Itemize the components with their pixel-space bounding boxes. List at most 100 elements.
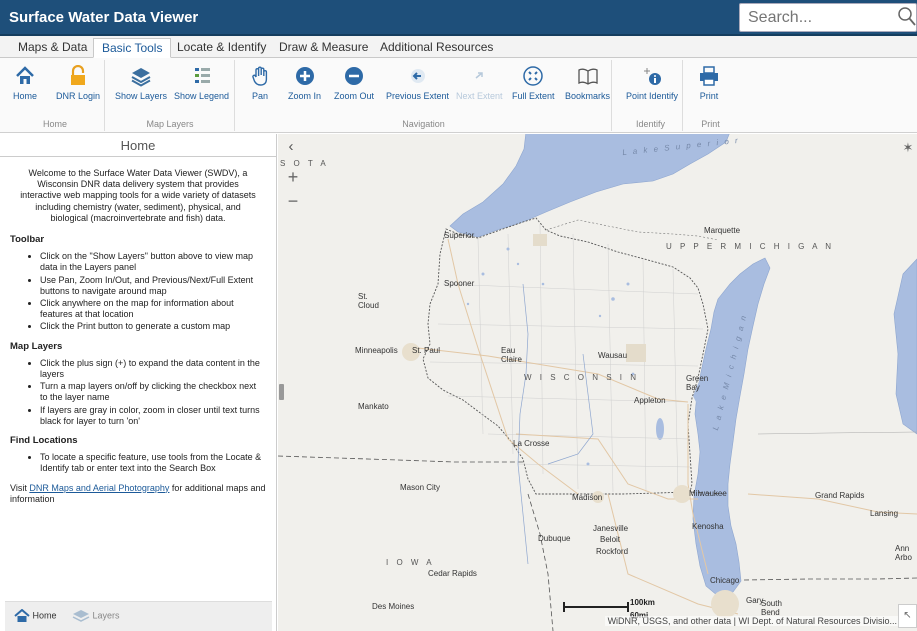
group-identify: Point Identify Identify [619, 60, 683, 131]
list-item: Turn a map layers on/off by clicking the… [40, 381, 266, 403]
layers-icon [72, 610, 90, 622]
panel-footer-tabs: Home Layers [5, 601, 272, 631]
visit-text: Visit DNR Maps and Aerial Photography fo… [10, 482, 266, 504]
zoom-in-button[interactable]: Zoom In [288, 65, 321, 101]
group-home: Home DNR Login Home [6, 60, 105, 131]
dnr-maps-link[interactable]: DNR Maps and Aerial Photography [29, 483, 169, 493]
home-button[interactable]: Home [13, 65, 37, 101]
list-item: To locate a specific feature, use tools … [40, 452, 266, 474]
side-panel: Home Welcome to the Surface Water Data V… [0, 134, 277, 631]
label-south-bend: South Bend [761, 599, 782, 617]
minus-circle-icon [345, 67, 363, 85]
label-wausau: Wausau [598, 351, 628, 360]
label-janesville: Janesville [593, 524, 629, 533]
tab-basic-tools[interactable]: Basic Tools [93, 38, 172, 58]
label-wisconsin: W I S C O N S I N [524, 373, 640, 382]
point-identify-button[interactable]: Point Identify [626, 65, 678, 101]
toolbar-heading: Toolbar [10, 234, 45, 246]
bookmarks-button[interactable]: Bookmarks [565, 65, 610, 101]
group-label-identify: Identify [635, 119, 666, 129]
group-label-print: Print [701, 119, 720, 129]
map-layers-list: Click the plus sign (+) to expand the da… [40, 358, 266, 427]
list-item: Click on the "Show Layers" button above … [40, 251, 266, 273]
search-box[interactable] [739, 3, 917, 32]
pan-button[interactable]: Pan [249, 65, 271, 101]
group-label-map-layers: Map Layers [146, 119, 194, 129]
panel-title: Home [0, 134, 276, 157]
label-appleton: Appleton [634, 396, 666, 405]
ribbon-toolbar: Home DNR Login Home Show Layers Show Leg… [0, 58, 917, 133]
group-label-home: Home [42, 119, 67, 129]
map-tools-icon[interactable]: ✶ [899, 140, 917, 158]
app-title: Surface Water Data Viewer [9, 9, 199, 26]
lock-icon [71, 65, 86, 85]
panel-tab-layers[interactable]: Layers [72, 609, 120, 623]
collapse-panel-chevron-icon[interactable]: ‹ [281, 138, 301, 158]
search-icon[interactable] [898, 7, 916, 27]
lake-huron [893, 258, 917, 435]
panel-tab-home[interactable]: Home [14, 608, 57, 623]
next-extent-button[interactable]: Next Extent [456, 65, 503, 101]
label-chicago: Chicago [710, 576, 740, 585]
basemap [278, 134, 917, 631]
legend-icon [194, 68, 210, 83]
find-locations-list: To locate a specific feature, use tools … [40, 452, 266, 474]
panel-content: Welcome to the Surface Water Data Viewer… [0, 157, 276, 510]
expand-corner-icon[interactable]: ↖ [898, 604, 917, 628]
label-madison: Madison [572, 493, 603, 502]
label-kenosha: Kenosha [692, 522, 724, 531]
label-spooner: Spooner [444, 279, 475, 288]
zoom-out-button[interactable]: Zoom Out [334, 65, 374, 101]
tab-locate-identify[interactable]: Locate & Identify [169, 38, 274, 58]
group-map-layers: Show Layers Show Legend Map Layers [106, 60, 235, 131]
scale-km-label: 100km [630, 598, 655, 607]
label-lansing: Lansing [870, 509, 899, 518]
app-header: Surface Water Data Viewer [0, 0, 917, 36]
map-attribution: WiDNR, USGS, and other data | WI Dept. o… [604, 616, 900, 626]
tab-maps-data[interactable]: Maps & Data [10, 38, 95, 58]
label-rockford: Rockford [596, 547, 629, 556]
label-ann-arbor: Ann Arbo [895, 544, 912, 562]
label-beloit: Beloit [600, 535, 621, 544]
full-extent-button[interactable]: Full Extent [512, 65, 555, 101]
toolbar-list: Click on the "Show Layers" button above … [40, 251, 266, 332]
intro-text: Welcome to the Surface Water Data Viewer… [20, 168, 256, 223]
label-des-moines: Des Moines [372, 602, 415, 611]
pan-hand-icon [252, 66, 268, 86]
list-item: If layers are gray in color, zoom in clo… [40, 405, 266, 427]
label-la-crosse: La Crosse [513, 439, 550, 448]
map-view[interactable]: L a k e S u p e r i o r U P P E R M I C … [278, 134, 917, 631]
map-layers-heading: Map Layers [10, 340, 63, 352]
arrow-right-icon [475, 72, 484, 79]
plus-circle-icon [295, 67, 314, 85]
label-dubuque: Dubuque [538, 534, 571, 543]
group-label-navigation: Navigation [402, 119, 445, 129]
printer-icon [700, 66, 718, 86]
label-iowa: I O W A [386, 558, 435, 567]
label-mankato: Mankato [358, 402, 389, 411]
info-point-icon [644, 68, 662, 85]
map-zoom-in-button[interactable]: + [280, 166, 306, 190]
home-icon [16, 66, 34, 84]
dnr-login-button[interactable]: DNR Login [56, 65, 100, 101]
list-item: Click anywhere on the map for informatio… [40, 298, 266, 320]
label-eau-claire: Eau Claire [501, 346, 522, 364]
label-grand-rapids: Grand Rapids [815, 491, 865, 500]
list-item: Click the plus sign (+) to expand the da… [40, 358, 266, 380]
show-legend-button[interactable]: Show Legend [174, 65, 229, 101]
full-extent-icon [523, 66, 544, 86]
show-layers-button[interactable]: Show Layers [115, 65, 167, 101]
search-input[interactable] [740, 4, 880, 31]
tab-additional-resources[interactable]: Additional Resources [372, 38, 501, 58]
lake-michigan [692, 257, 771, 597]
panel-splitter[interactable] [279, 384, 284, 400]
label-marquette: Marquette [704, 226, 741, 235]
label-upper-michigan: U P P E R M I C H I G A N [666, 242, 835, 251]
list-item: Click the Print button to generate a cus… [40, 321, 266, 332]
map-zoom-out-button[interactable]: − [280, 190, 306, 214]
print-button[interactable]: Print [698, 65, 720, 101]
label-mason-city: Mason City [400, 483, 441, 492]
tab-draw-measure[interactable]: Draw & Measure [271, 38, 376, 58]
book-icon [577, 68, 598, 85]
previous-extent-button[interactable]: Previous Extent [386, 65, 449, 101]
